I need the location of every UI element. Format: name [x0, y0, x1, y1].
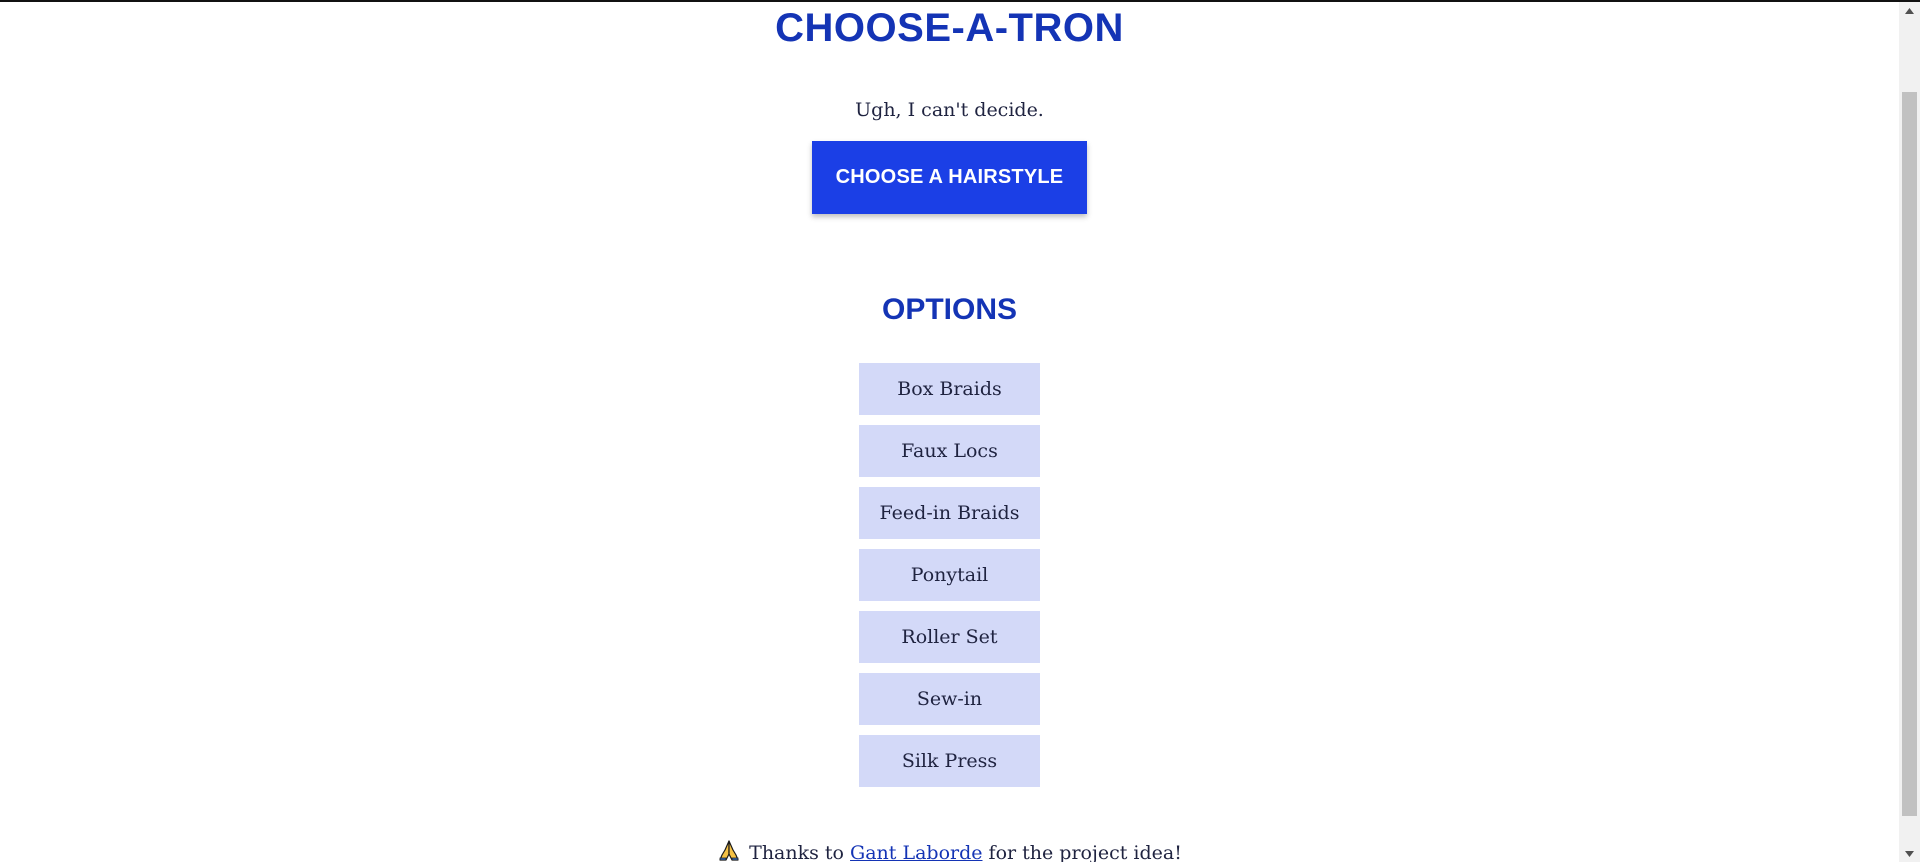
- scroll-up-arrow-icon[interactable]: [1899, 2, 1920, 19]
- option-item-sew-in[interactable]: Sew-in: [859, 673, 1040, 725]
- scrollbar-thumb[interactable]: [1902, 92, 1917, 816]
- footer-credits: Thanks to Gant Laborde for the project i…: [0, 838, 1899, 862]
- option-item-faux-locs[interactable]: Faux Locs: [859, 425, 1040, 477]
- page-content: CHOOSE-A-TRON Ugh, I can't decide. CHOOS…: [0, 0, 1899, 862]
- option-item-roller-set[interactable]: Roller Set: [859, 611, 1040, 663]
- vertical-scrollbar[interactable]: [1899, 2, 1920, 862]
- scroll-down-arrow-icon[interactable]: [1899, 845, 1920, 862]
- options-list: Box Braids Faux Locs Feed-in Braids Pony…: [859, 363, 1040, 797]
- option-item-feed-in-braids[interactable]: Feed-in Braids: [859, 487, 1040, 539]
- option-item-box-braids[interactable]: Box Braids: [859, 363, 1040, 415]
- subtitle-text: Ugh, I can't decide.: [855, 99, 1044, 121]
- footer-suffix: for the project idea!: [988, 842, 1182, 862]
- folded-hands-icon: [717, 838, 741, 862]
- footer-prefix: Thanks to: [749, 842, 844, 862]
- page-title: CHOOSE-A-TRON: [775, 6, 1124, 50]
- option-item-ponytail[interactable]: Ponytail: [859, 549, 1040, 601]
- options-heading: OPTIONS: [881, 293, 1017, 326]
- gant-laborde-link[interactable]: Gant Laborde: [850, 842, 982, 862]
- choose-hairstyle-button[interactable]: CHOOSE A HAIRSTYLE: [812, 141, 1087, 214]
- option-item-silk-press[interactable]: Silk Press: [859, 735, 1040, 787]
